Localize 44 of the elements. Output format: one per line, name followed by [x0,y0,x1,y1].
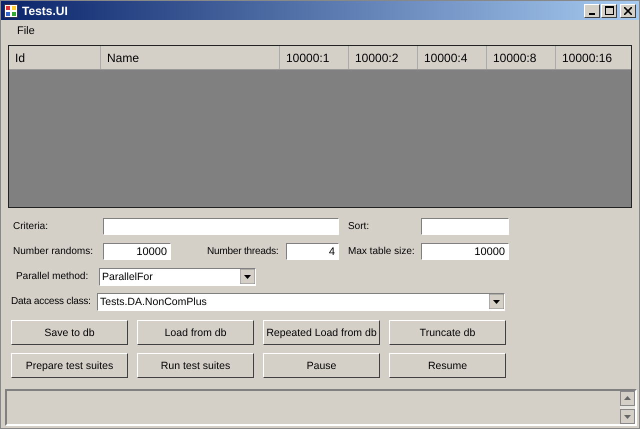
close-button[interactable] [620,4,636,18]
input-field[interactable] [103,218,339,235]
action-button[interactable]: Truncate db [389,320,506,345]
field-label: Data access class: [11,296,92,307]
app-icon [4,4,18,18]
action-button[interactable]: Load from db [137,320,254,345]
dropdown-arrow-icon[interactable] [489,294,504,309]
field-label: Max table size: [348,246,416,257]
action-button[interactable]: Save to db [11,320,128,345]
input-field[interactable] [421,218,509,235]
field-label: Number threads: [207,246,280,257]
field-label: Sort: [348,221,370,232]
field-label: Parallel method: [16,271,90,282]
column-header[interactable]: Id [9,46,101,69]
dropdown[interactable]: Tests.DA.NonComPlus [97,292,505,310]
input-field[interactable]: 10000 [421,243,509,260]
menu-item[interactable]: File [11,23,41,39]
action-button[interactable]: Resume [389,353,506,378]
dropdown[interactable]: ParallelFor [99,268,256,286]
minimize-icon [589,12,595,14]
scroll-down-icon[interactable] [620,409,635,424]
maximize-icon [604,6,614,15]
action-button[interactable]: Run test suites [137,353,254,378]
input-field[interactable]: 4 [286,243,339,260]
action-button[interactable]: Repeated Load from db [263,320,380,345]
column-header[interactable]: 10000:4 [418,46,487,69]
field-label: Criteria: [13,221,50,232]
column-header[interactable]: 10000:1 [280,46,349,69]
action-button[interactable]: Prepare test suites [11,353,128,378]
field-label: Number randoms: [13,246,94,257]
minimize-button[interactable] [584,4,600,18]
scrollbar[interactable] [620,391,635,424]
column-header[interactable]: 10000:2 [349,46,418,69]
column-header[interactable]: Name [101,46,280,69]
action-button[interactable]: Pause [263,353,380,378]
output-textbox[interactable] [5,389,637,426]
close-icon [624,6,632,14]
column-header[interactable]: 10000:8 [487,46,556,69]
input-field[interactable]: 10000 [103,243,171,260]
window-title: Tests.UI [22,4,69,18]
scroll-up-icon[interactable] [620,391,635,406]
maximize-button[interactable] [601,4,617,18]
column-header[interactable]: 10000:16 [556,46,631,69]
dropdown-arrow-icon[interactable] [240,269,255,284]
